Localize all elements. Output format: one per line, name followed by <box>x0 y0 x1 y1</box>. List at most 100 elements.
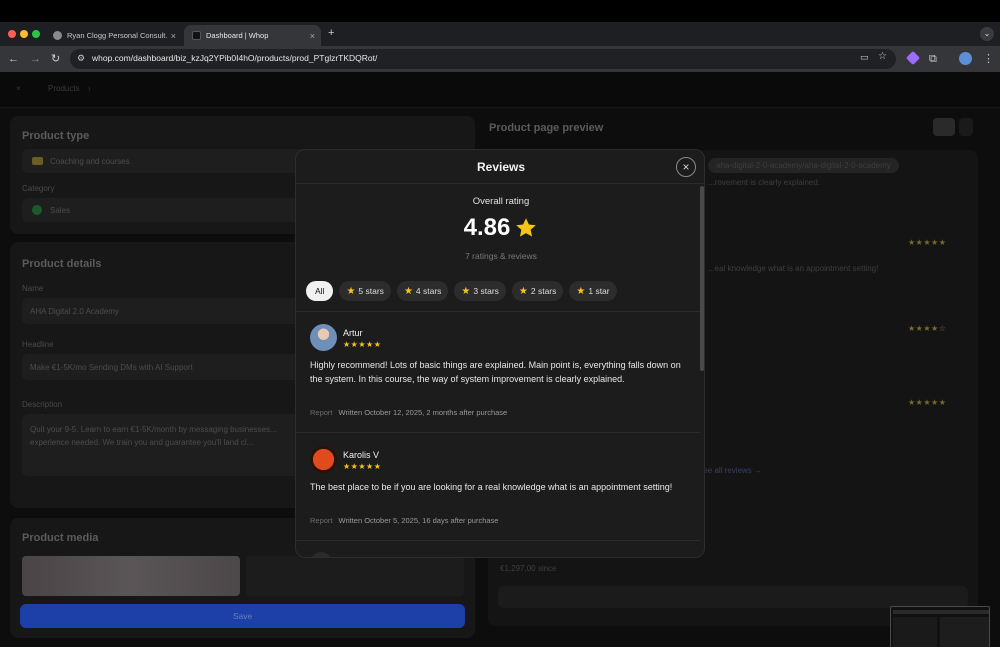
globe-icon <box>53 31 62 40</box>
save-button[interactable]: Save <box>20 604 465 628</box>
review-meta: Report Written October 12, 2025, 2 months… <box>310 408 507 417</box>
browser-tab-whop-dashboard[interactable]: Dashboard | Whop × <box>184 25 321 46</box>
review-item: Artur ★★★★★ Highly recommend! Lots of ba… <box>310 324 686 420</box>
dashboard-topnav: × Products › <box>0 72 1000 108</box>
avatar <box>310 446 337 473</box>
reviewer-name: Artur <box>343 328 363 338</box>
thumbnail-preview-window[interactable] <box>890 606 990 647</box>
modal-header: Reviews × <box>296 150 704 184</box>
new-tab-button[interactable]: + <box>328 27 334 39</box>
reviewer-name: Karolis V <box>343 450 380 460</box>
preview-stars-2: ★★★★☆ <box>908 324 947 333</box>
filter-label: 3 stars <box>473 286 499 296</box>
install-app-icon[interactable]: ▭ <box>860 52 869 63</box>
dashboard-close-icon[interactable]: × <box>16 84 21 93</box>
category-select[interactable]: Sales <box>22 198 322 222</box>
preview-title: Product page preview <box>489 122 604 134</box>
name-label: Name <box>22 284 44 293</box>
headline-label: Headline <box>22 340 54 349</box>
report-link[interactable]: Report <box>310 408 333 417</box>
filter-3-stars[interactable]: ★ 3 stars <box>454 281 506 301</box>
star-icon <box>516 218 537 237</box>
reload-icon[interactable]: ↻ <box>51 52 60 66</box>
star-icon: ★ <box>518 285 528 297</box>
description-textarea[interactable]: Quit your 9-5. Learn to earn €1-5K/month… <box>22 414 322 476</box>
rating-filter-chips: All ★ 5 stars ★ 4 stars ★ 3 stars ★ 2 stars … <box>306 281 623 301</box>
extension-gem-icon[interactable] <box>905 50 921 66</box>
product-media-title: Product media <box>22 532 99 544</box>
overall-rating-label: Overall rating <box>472 196 530 207</box>
category-value: Sales <box>50 206 71 215</box>
star-icon: ★ <box>346 285 356 297</box>
filter-all[interactable]: All <box>306 281 334 301</box>
review-text: The best place to be if you are looking … <box>310 482 673 492</box>
filter-2-stars[interactable]: ★ 2 stars <box>511 281 564 301</box>
review-date: Written October 12, 2025, 2 months after… <box>338 408 508 417</box>
close-modal-button[interactable]: × <box>676 157 696 177</box>
product-media-slot[interactable] <box>246 556 464 596</box>
ratings-count: 7 ratings & reviews <box>465 251 537 261</box>
desktop-view-icon[interactable] <box>933 118 955 136</box>
star-icon: ★ <box>576 285 586 297</box>
product-media-thumbnail[interactable] <box>22 556 240 596</box>
name-input[interactable]: AHA Digital 2.0 Academy <box>22 298 322 324</box>
filter-label: All <box>315 286 325 296</box>
tab-close-icon[interactable]: × <box>171 31 176 41</box>
filter-label: 2 stars <box>530 286 557 296</box>
report-link[interactable]: Report <box>310 516 333 525</box>
description-label: Description <box>22 400 63 409</box>
product-type-title: Product type <box>22 130 90 142</box>
preview-buy-button[interactable] <box>498 586 968 608</box>
see-all-reviews-link[interactable]: See all reviews → <box>698 466 762 475</box>
url-text[interactable]: whop.com/dashboard/biz_kzJq2YPib0I4hO/pr… <box>92 53 377 63</box>
divider <box>296 432 700 433</box>
product-type-select[interactable]: Coaching and courses <box>22 149 322 173</box>
tab-close-icon[interactable]: × <box>310 31 315 41</box>
profile-avatar[interactable] <box>959 52 972 65</box>
filter-4-stars[interactable]: ★ 4 stars <box>396 281 449 301</box>
filter-label: 1 star <box>588 286 610 296</box>
breadcrumb-products[interactable]: Products <box>48 84 80 93</box>
sales-icon <box>32 205 42 215</box>
filter-5-stars[interactable]: ★ 5 stars <box>339 281 391 301</box>
preview-stars-1: ★★★★★ <box>908 238 947 247</box>
back-arrow-icon[interactable]: ← <box>8 52 19 66</box>
rating-value: 4.86 <box>463 214 511 241</box>
close-window-dot[interactable] <box>8 30 16 38</box>
extensions-puzzle-icon[interactable]: ⧉ <box>929 52 937 66</box>
headline-input[interactable]: Make €1-5K/mo Sending DMs with AI Suppor… <box>22 354 322 380</box>
whop-favicon-icon <box>192 31 201 40</box>
address-bar[interactable]: ⚙ whop.com/dashboard/biz_kzJq2YPib0I4hO/… <box>70 49 896 69</box>
star-icon: ★ <box>403 285 413 297</box>
modal-scrollbar[interactable] <box>700 186 704 371</box>
breadcrumb-chevron-icon: › <box>88 84 91 93</box>
overall-score: 4.86 <box>296 214 704 242</box>
mobile-view-icon[interactable] <box>959 118 973 136</box>
browser-menu-icon[interactable]: ⋮ <box>983 52 994 66</box>
browser-toolbar: ← → ↻ ⚙ whop.com/dashboard/biz_kzJq2YPib… <box>0 46 1000 72</box>
preview-snippet-2: ...eal knowledge what is an appointment … <box>708 264 879 273</box>
coaching-icon <box>32 157 43 165</box>
maximize-window-dot[interactable] <box>32 30 40 38</box>
site-settings-icon[interactable]: ⚙ <box>77 53 85 64</box>
tab-search-chevron-icon[interactable]: ⌄ <box>980 27 994 41</box>
reviews-modal: Reviews × Overall rating 4.86 7 ratings … <box>295 149 705 558</box>
preview-url-pill: aha-digital-2-0-academy/aha-digital-2-0-… <box>708 158 899 173</box>
category-label: Category <box>22 184 55 193</box>
tab-title: Dashboard | Whop <box>206 31 269 40</box>
preview-snippet-1: ...rovement is clearly explained. <box>708 178 821 187</box>
tab-title: Ryan Clogg Personal Consult... <box>67 31 167 40</box>
browser-tab-ryan-clogg[interactable]: Ryan Clogg Personal Consult... × <box>45 25 182 46</box>
review-stars: ★★★★★ <box>343 462 382 471</box>
filter-label: 5 stars <box>358 286 384 296</box>
window-titlebar <box>0 0 1000 22</box>
minimize-window-dot[interactable] <box>20 30 28 38</box>
divider <box>296 540 700 541</box>
forward-arrow-icon[interactable]: → <box>30 52 41 66</box>
product-type-value: Coaching and courses <box>50 157 130 166</box>
tab-strip: Ryan Clogg Personal Consult... × Dashboa… <box>0 22 1000 46</box>
bookmark-star-icon[interactable]: ☆ <box>878 51 887 62</box>
filter-1-star[interactable]: ★ 1 star <box>569 281 617 301</box>
preview-header: Product page preview <box>478 108 988 136</box>
filter-label: 4 stars <box>415 286 442 296</box>
